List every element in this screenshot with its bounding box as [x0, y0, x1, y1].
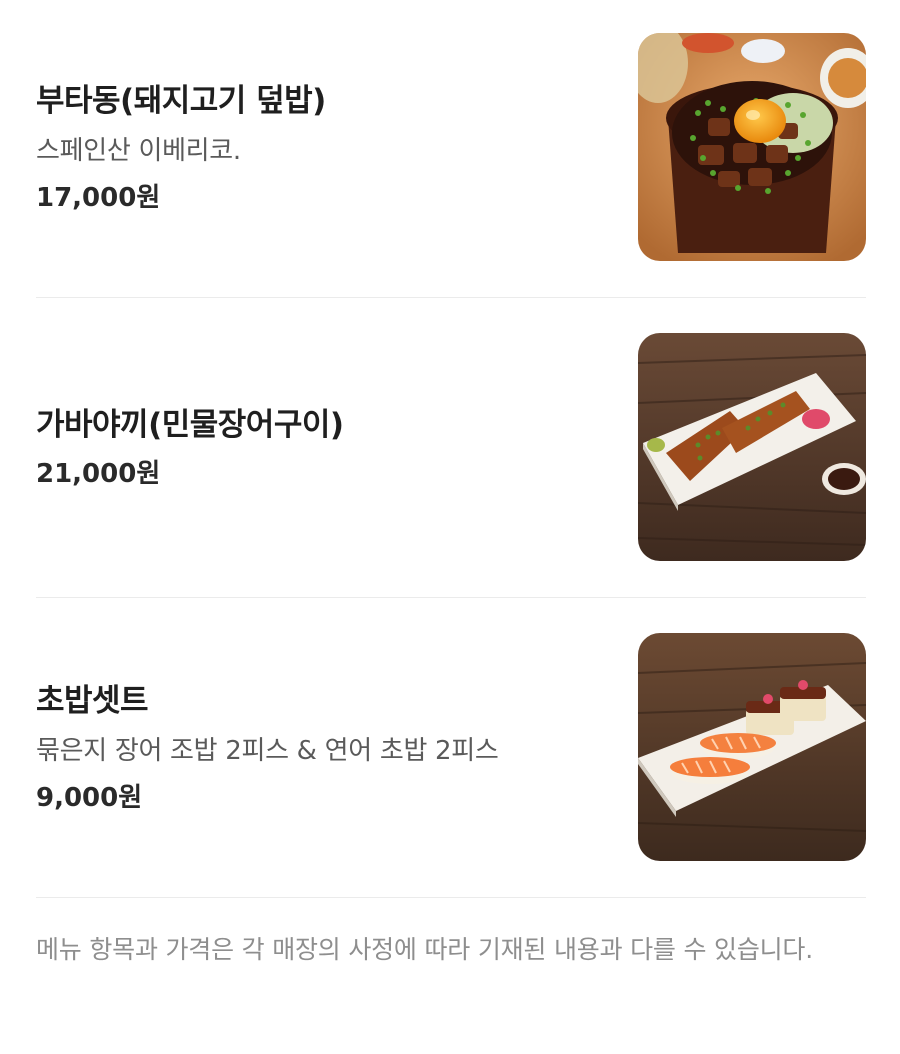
menu-item-name: 가바야끼(민물장어구이): [36, 407, 344, 443]
menu-item-price: 9,000원: [36, 783, 143, 813]
menu-item-sushi-set[interactable]: 초밥셋트 묶은지 장어 조밥 2피스 & 연어 초밥 2피스 9,000원: [0, 598, 900, 898]
sushi-set-plate-icon: [638, 633, 866, 861]
divider: [36, 897, 866, 898]
pork-rice-bowl-icon: [638, 33, 866, 261]
price-disclaimer: 메뉴 항목과 가격은 각 매장의 사정에 따라 기재된 내용과 다를 수 있습니…: [36, 935, 813, 964]
grilled-eel-plate-icon: [638, 333, 866, 561]
menu-item-butadong[interactable]: 부타동(돼지고기 덮밥) 스페인산 이베리코. 17,000원: [0, 0, 900, 297]
menu-item-text: 초밥셋트 묶은지 장어 조밥 2피스 & 연어 초밥 2피스 9,000원: [36, 634, 606, 862]
sushi-set-plate-image[interactable]: [638, 633, 866, 861]
pork-rice-bowl-image[interactable]: [638, 33, 866, 261]
menu-item-description: 묶은지 장어 조밥 2피스 & 연어 초밥 2피스: [36, 736, 499, 766]
menu-item-text: 부타동(돼지고기 덮밥) 스페인산 이베리코. 17,000원: [36, 34, 606, 262]
grilled-eel-plate-image[interactable]: [638, 333, 866, 561]
menu-item-text: 가바야끼(민물장어구이) 21,000원: [36, 334, 606, 562]
menu-item-description: 스페인산 이베리코.: [36, 136, 241, 166]
menu-item-name: 부타동(돼지고기 덮밥): [36, 83, 326, 119]
menu-item-name: 초밥셋트: [36, 683, 149, 719]
menu-item-price: 21,000원: [36, 459, 161, 489]
menu-item-price: 17,000원: [36, 183, 161, 213]
menu-item-kabayaki[interactable]: 가바야끼(민물장어구이) 21,000원: [0, 298, 900, 598]
